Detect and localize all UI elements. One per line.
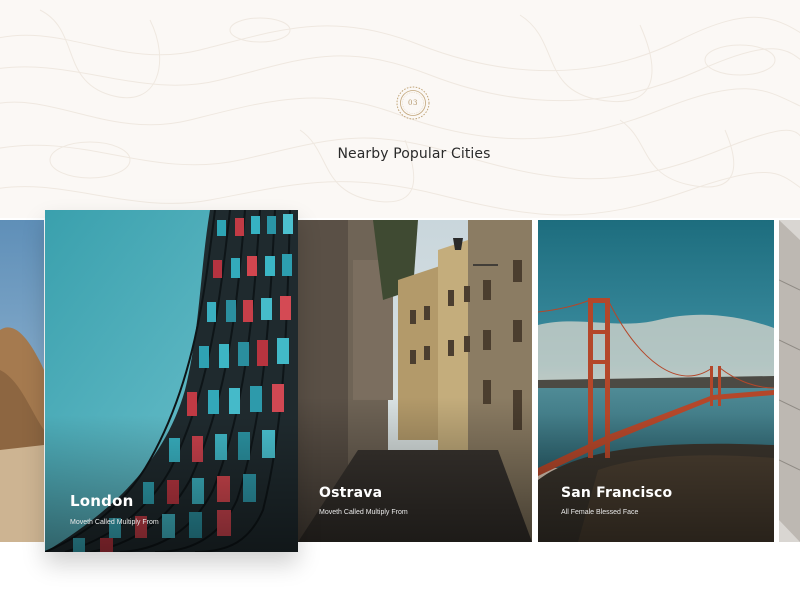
city-description: Moveth Called Multiply From (70, 519, 159, 526)
city-description: All Female Blessed Face (561, 509, 639, 516)
city-description: Moveth Called Multiply From (319, 509, 408, 516)
page: 03 Nearby Popular Cities London Moveth C… (0, 0, 800, 600)
city-card-partial-right[interactable] (779, 220, 800, 542)
city-card-london[interactable]: London Moveth Called Multiply From (45, 210, 298, 552)
city-name: Ostrava (319, 485, 383, 501)
hero-section: 03 Nearby Popular Cities (0, 0, 800, 218)
city-card-ostrava[interactable]: Ostrava Moveth Called Multiply From (298, 220, 532, 542)
badge-number: 03 (408, 99, 418, 107)
city-card-partial-left[interactable] (0, 220, 44, 542)
section-title: Nearby Popular Cities (337, 146, 491, 162)
city-name: London (70, 492, 134, 510)
desert-photo (0, 220, 44, 542)
ornamental-circle-icon: 03 (395, 85, 431, 121)
city-name: San Francisco (561, 485, 673, 501)
architecture-photo (779, 220, 800, 542)
city-card-san-francisco[interactable]: San Francisco All Female Blessed Face (538, 220, 774, 542)
